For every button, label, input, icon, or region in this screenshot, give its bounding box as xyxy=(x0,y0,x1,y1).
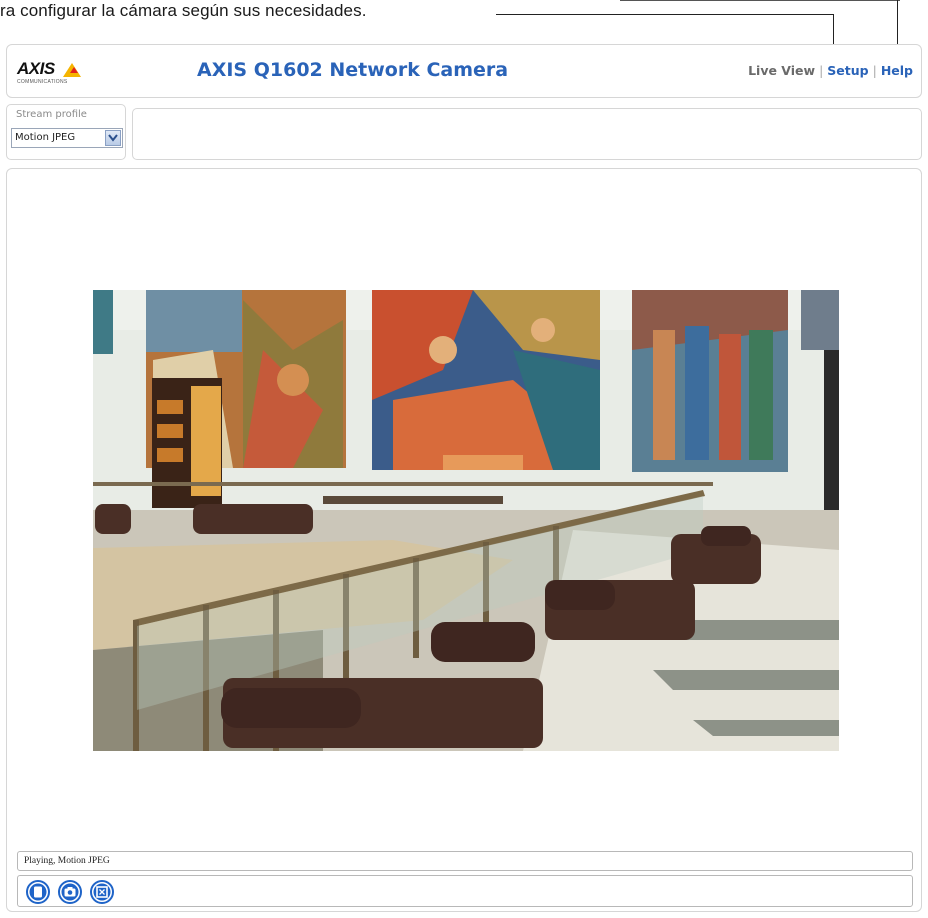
logo-text: AXIS xyxy=(17,59,55,78)
nav-live-view-link[interactable]: Live View xyxy=(748,63,815,78)
status-bar: Playing, Motion JPEG xyxy=(17,851,913,871)
document-caption: ra configurar la cámara según sus necesi… xyxy=(0,1,367,20)
fullscreen-icon[interactable] xyxy=(90,880,114,904)
callout-line-top xyxy=(620,0,900,1)
video-stream[interactable] xyxy=(93,290,839,751)
playback-controls xyxy=(17,875,913,907)
stream-profile-value: Motion JPEG xyxy=(15,132,76,143)
stream-profile-label: Stream profile xyxy=(16,109,87,120)
logo-subtext: COMMUNICATIONS xyxy=(17,79,68,85)
video-frame-image xyxy=(93,290,839,751)
stop-icon[interactable] xyxy=(26,880,50,904)
callout-line-horizontal xyxy=(496,14,834,15)
nav-help-link[interactable]: Help xyxy=(881,63,913,78)
nav-separator: | xyxy=(872,63,877,78)
chevron-down-icon[interactable] xyxy=(105,130,121,146)
stream-profile-panel: Stream profile Motion JPEG xyxy=(6,104,126,160)
axis-logo[interactable]: AXIS COMMUNICATIONS xyxy=(17,59,97,85)
page: ra configurar la cámara según sus necesi… xyxy=(0,0,928,918)
logo-accent-icon xyxy=(70,67,78,73)
top-navigation: Live View | Setup | Help xyxy=(748,63,913,78)
toolbar-panel xyxy=(132,108,922,160)
playback-status-text: Playing, Motion JPEG xyxy=(24,856,110,866)
stream-profile-select[interactable]: Motion JPEG xyxy=(11,128,123,148)
nav-separator: | xyxy=(819,63,824,78)
page-title: AXIS Q1602 Network Camera xyxy=(197,59,509,81)
live-view-panel: Playing, Motion JPEG xyxy=(6,168,922,912)
camera-header: AXIS COMMUNICATIONS AXIS Q1602 Network C… xyxy=(6,44,922,98)
nav-setup-link[interactable]: Setup xyxy=(827,63,868,78)
snapshot-icon[interactable] xyxy=(58,880,82,904)
